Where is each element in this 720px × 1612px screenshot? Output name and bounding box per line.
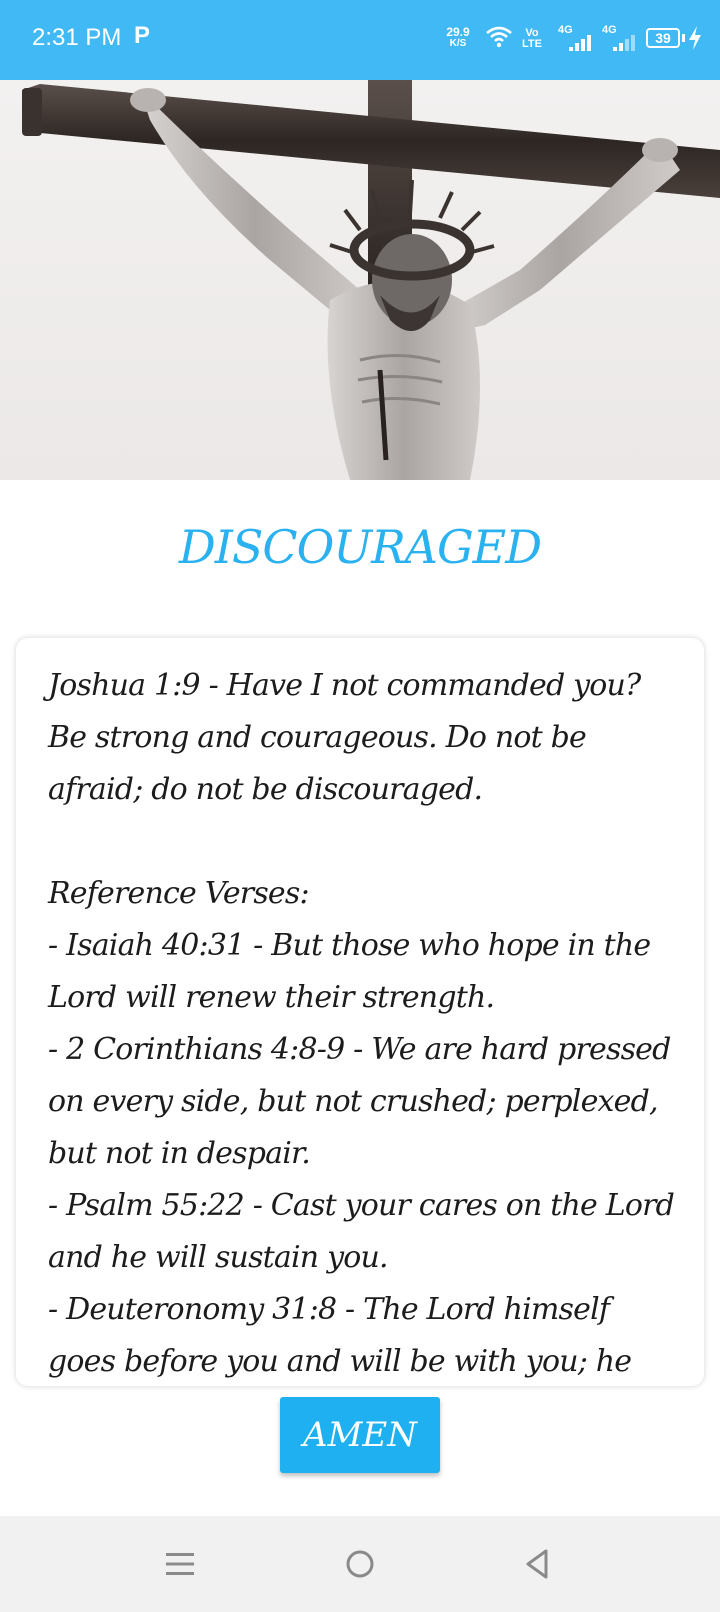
amen-button[interactable]: AMEN bbox=[280, 1397, 440, 1473]
network-speed-value: 29.9 bbox=[446, 25, 470, 39]
reference-verse: - Psalm 55:22 - Cast your cares on the L… bbox=[48, 1188, 675, 1275]
verse-card[interactable]: Joshua 1:9 - Have I not commanded you? B… bbox=[16, 638, 704, 1386]
home-icon[interactable] bbox=[338, 1542, 382, 1586]
reference-verse: - Isaiah 40:31 - But those who hope in t… bbox=[48, 928, 651, 1015]
status-time: 2:31 PM bbox=[32, 24, 122, 51]
status-bar: 2:31 PM P 29.9 K/S Vo LTE 4G 4G 39 bbox=[0, 0, 720, 80]
charging-icon bbox=[689, 26, 701, 50]
page-title: DISCOURAGED bbox=[178, 520, 542, 574]
volte-indicator: Vo LTE bbox=[522, 28, 542, 50]
crucifix-illustration bbox=[22, 80, 720, 480]
signal-bars-icon bbox=[613, 35, 635, 51]
signal-icon: 4G bbox=[556, 24, 596, 52]
main-verse: Joshua 1:9 - Have I not commanded you? B… bbox=[48, 668, 641, 807]
reference-heading: Reference Verses: bbox=[48, 876, 310, 911]
network-speed: 29.9 K/S bbox=[438, 26, 478, 50]
battery-cap bbox=[682, 34, 685, 42]
battery-icon: 39 bbox=[646, 28, 680, 48]
signal-icon-2: 4G bbox=[600, 24, 640, 52]
wifi-icon bbox=[486, 26, 512, 48]
hero-image bbox=[0, 80, 720, 480]
volte-bottom: LTE bbox=[522, 38, 542, 50]
reference-verse: - 2 Corinthians 4:8-9 - We are hard pres… bbox=[48, 1032, 671, 1171]
menu-icon[interactable] bbox=[158, 1542, 202, 1586]
network-speed-unit: K/S bbox=[449, 38, 467, 49]
notification-icon: P bbox=[134, 22, 151, 49]
reference-verse: - Deuteronomy 31:8 - The Lord himself go… bbox=[48, 1292, 632, 1379]
signal-bars-icon bbox=[569, 35, 591, 51]
navigation-bar bbox=[0, 1516, 720, 1612]
back-icon[interactable] bbox=[516, 1542, 560, 1586]
verse-text: Joshua 1:9 - Have I not commanded you? B… bbox=[48, 660, 678, 1386]
